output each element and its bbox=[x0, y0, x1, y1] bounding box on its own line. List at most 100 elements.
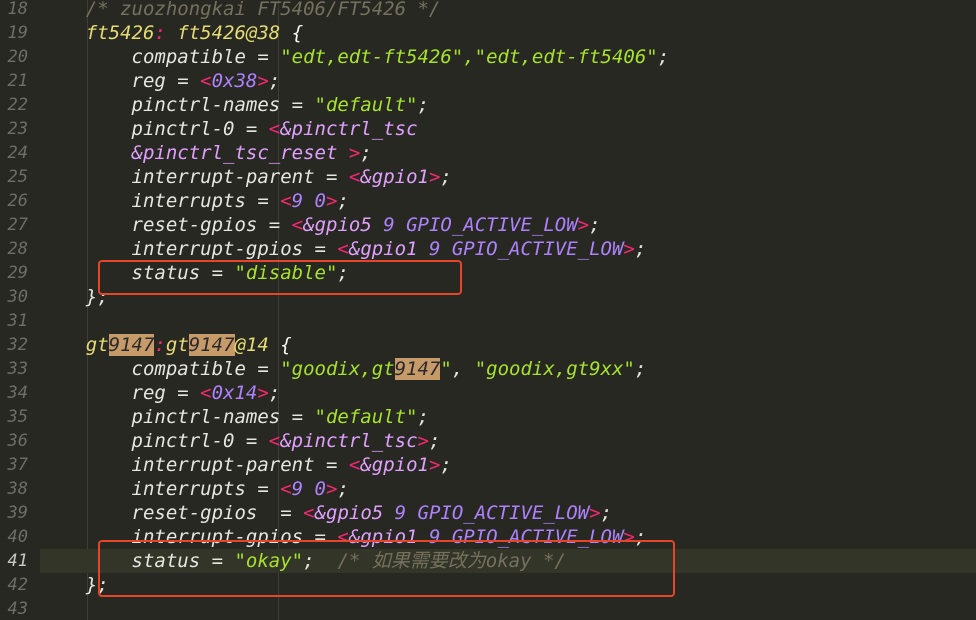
bracket: < bbox=[303, 502, 315, 524]
code-area[interactable]: /* zuozhongkai FT5406/FT5426 */ ft5426: … bbox=[40, 0, 976, 620]
line-number-gutter: 18 19 20 21 22 23 24 25 26 27 28 29 30 3… bbox=[0, 0, 34, 620]
line-number: 36 bbox=[7, 431, 28, 451]
line-number: 27 bbox=[7, 215, 28, 235]
property: reset-gpios = bbox=[40, 502, 304, 524]
bracket: > bbox=[589, 502, 601, 524]
bracket: > bbox=[428, 454, 441, 476]
property: interrupts = bbox=[40, 478, 281, 500]
phandle-ref: &pinctrl_tsc bbox=[280, 118, 418, 140]
bracket: < bbox=[348, 454, 361, 476]
number-value: 0x38 bbox=[211, 70, 258, 92]
property: pinctrl-0 = bbox=[40, 430, 269, 452]
property: reg = bbox=[40, 382, 201, 404]
separator: , bbox=[451, 358, 475, 380]
code-line: reg = <0x38>; bbox=[40, 69, 976, 93]
bracket: < bbox=[337, 238, 349, 260]
code-line: /* zuozhongkai FT5406/FT5426 */ bbox=[40, 0, 976, 21]
code-line: reset-gpios = <&gpio5 9 GPIO_ACTIVE_LOW>… bbox=[40, 213, 976, 237]
brace: { bbox=[268, 334, 292, 356]
number-value: 9 0 bbox=[291, 478, 326, 500]
semicolon: ; bbox=[634, 358, 647, 380]
search-highlight: 9147 bbox=[108, 334, 155, 356]
line-number: 32 bbox=[7, 335, 28, 355]
line-number: 39 bbox=[7, 503, 28, 523]
node-name: gt bbox=[165, 334, 189, 356]
code-line: pinctrl-names = "default"; bbox=[40, 93, 976, 117]
code-line: reg = <0x14>; bbox=[40, 381, 976, 405]
property: compatible = bbox=[40, 46, 281, 68]
semicolon: ; bbox=[268, 70, 281, 92]
phandle-ref: &pinctrl_tsc_reset bbox=[131, 142, 338, 164]
code-line: gt9147:gt9147@14 { bbox=[40, 333, 976, 357]
code-editor[interactable]: 18 19 20 21 22 23 24 25 26 27 28 29 30 3… bbox=[0, 0, 976, 620]
number-value: 0x14 bbox=[211, 382, 258, 404]
bracket: < bbox=[348, 166, 361, 188]
phandle-ref: &gpio1 bbox=[360, 454, 429, 476]
line-number: 24 bbox=[7, 143, 28, 163]
string-value: "goodix,gt9xx" bbox=[474, 358, 635, 380]
line-number: 29 bbox=[7, 263, 28, 283]
bracket: < bbox=[280, 478, 292, 500]
line-number: 28 bbox=[7, 239, 28, 259]
code-line: compatible = "goodix,gt9147", "goodix,gt… bbox=[40, 357, 976, 381]
line-number: 33 bbox=[7, 359, 28, 379]
bracket: > bbox=[326, 190, 338, 212]
phandle-ref: &gpio5 bbox=[314, 502, 384, 524]
code-line: pinctrl-names = "default"; bbox=[40, 405, 976, 429]
line-number: 43 bbox=[7, 599, 28, 619]
semicolon: ; bbox=[634, 238, 647, 260]
line-number: 37 bbox=[7, 455, 28, 475]
bracket: > bbox=[257, 70, 269, 92]
bracket: < bbox=[200, 382, 212, 404]
phandle-ref: &pinctrl_tsc bbox=[280, 430, 418, 452]
property: interrupt-parent = bbox=[40, 166, 349, 188]
bracket: < bbox=[200, 70, 212, 92]
code-line: interrupt-parent = <&gpio1>; bbox=[40, 165, 976, 189]
gpio-args: 9 GPIO_ACTIVE_LOW bbox=[417, 238, 624, 260]
line-number: 18 bbox=[7, 0, 28, 19]
line-number: 35 bbox=[7, 407, 28, 427]
semicolon: ; bbox=[440, 454, 452, 476]
phandle-ref: &gpio5 bbox=[303, 214, 372, 236]
semicolon: ; bbox=[657, 46, 670, 68]
line-number: 34 bbox=[7, 383, 28, 403]
search-highlight: 9147 bbox=[188, 334, 235, 356]
semicolon: ; bbox=[337, 478, 349, 500]
bracket: > bbox=[623, 238, 635, 260]
line-number: 31 bbox=[7, 311, 28, 331]
semicolon: ; bbox=[589, 214, 601, 236]
colon: : bbox=[154, 22, 178, 44]
bracket: < bbox=[291, 214, 304, 236]
semicolon: ; bbox=[428, 430, 441, 452]
bracket: > bbox=[428, 166, 441, 188]
string-value: "edt,edt-ft5426","edt,edt-ft5406" bbox=[280, 46, 658, 68]
line-number: 22 bbox=[7, 95, 28, 115]
bracket: > bbox=[577, 214, 590, 236]
semicolon: ; bbox=[600, 502, 613, 524]
line-number: 40 bbox=[7, 527, 28, 547]
line-number: 38 bbox=[7, 479, 28, 499]
code-line: compatible = "edt,edt-ft5426","edt,edt-f… bbox=[40, 45, 976, 69]
brace: { bbox=[280, 22, 304, 44]
node-unit: @14 bbox=[234, 334, 269, 356]
phandle-ref: &gpio1 bbox=[360, 166, 429, 188]
bracket: < bbox=[280, 190, 292, 212]
line-number: 25 bbox=[7, 167, 28, 187]
property: interrupt-parent = bbox=[40, 454, 349, 476]
line-number-current: 41 bbox=[7, 551, 28, 571]
phandle-ref: &gpio1 bbox=[348, 238, 418, 260]
property: compatible = bbox=[40, 358, 281, 380]
bracket: > bbox=[326, 478, 338, 500]
code-line: interrupt-parent = <&gpio1>; bbox=[40, 453, 976, 477]
line-number: 30 bbox=[7, 287, 28, 307]
code-line: interrupts = <9 0>; bbox=[40, 477, 976, 501]
number-value: 9 0 bbox=[291, 190, 326, 212]
node-label: ft5426 bbox=[85, 22, 155, 44]
property: interrupt-gpios = bbox=[40, 238, 338, 260]
annotation-box-okay bbox=[98, 540, 675, 597]
string-value: "default" bbox=[314, 94, 418, 116]
semicolon: ; bbox=[268, 382, 281, 404]
